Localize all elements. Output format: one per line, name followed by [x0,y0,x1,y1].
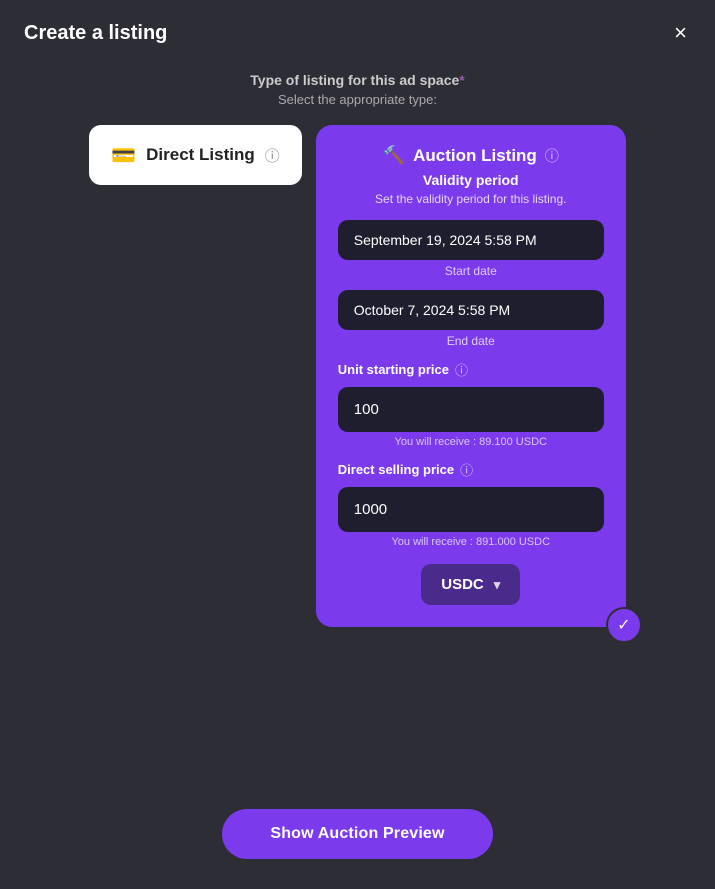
modal-title: Create a listing [24,22,167,45]
verified-icon: ✓ [617,615,630,635]
auction-info-icon[interactable]: ⓘ [545,146,559,166]
chevron-down-icon: ▾ [494,577,501,593]
validity-title: Validity period [423,172,519,188]
section-label: Type of listing for this ad space* [250,72,464,88]
unit-price-label-row: Unit starting price ⓘ [338,360,468,379]
end-date-input[interactable] [338,290,604,330]
unit-price-label: Unit starting price [338,362,449,377]
auction-listing-card[interactable]: 🔨 Auction Listing ⓘ Validity period Set … [316,125,626,627]
direct-listing-icon: 💳 [111,143,136,168]
auction-header: 🔨 Auction Listing ⓘ [383,145,559,166]
listing-type-selector: 💳 Direct Listing ⓘ 🔨 Auction Listing ⓘ V… [30,125,685,627]
direct-price-label-row: Direct selling price ⓘ [338,460,473,479]
direct-price-info-icon[interactable]: ⓘ [460,460,473,479]
validity-subtitle: Set the validity period for this listing… [375,192,566,206]
currency-label: USDC [441,576,484,593]
section-sublabel: Select the appropriate type: [278,92,437,107]
unit-price-info-icon[interactable]: ⓘ [455,360,468,379]
unit-price-receive-text: You will receive : 89.100 USDC [395,436,547,448]
main-content: Type of listing for this ad space* Selec… [0,62,715,785]
auction-title: Auction Listing [413,146,537,166]
start-date-label: Start date [445,264,497,278]
direct-listing-info-icon[interactable]: ⓘ [265,145,280,166]
unit-price-input[interactable] [338,387,604,432]
verified-badge: ✓ [606,607,642,643]
direct-listing-card[interactable]: 💳 Direct Listing ⓘ [89,125,302,185]
modal-header: Create a listing × [0,0,715,62]
show-auction-preview-button[interactable]: Show Auction Preview [222,809,492,859]
direct-listing-label: Direct Listing [146,145,255,165]
end-date-label: End date [447,334,495,348]
direct-price-input[interactable] [338,487,604,532]
close-button[interactable]: × [670,18,691,48]
start-date-input[interactable] [338,220,604,260]
direct-price-label: Direct selling price [338,462,454,477]
auction-icon: 🔨 [383,145,405,166]
footer: Show Auction Preview [0,785,715,889]
currency-selector[interactable]: USDC ▾ [421,564,520,605]
direct-price-receive-text: You will receive : 891.000 USDC [391,536,550,548]
